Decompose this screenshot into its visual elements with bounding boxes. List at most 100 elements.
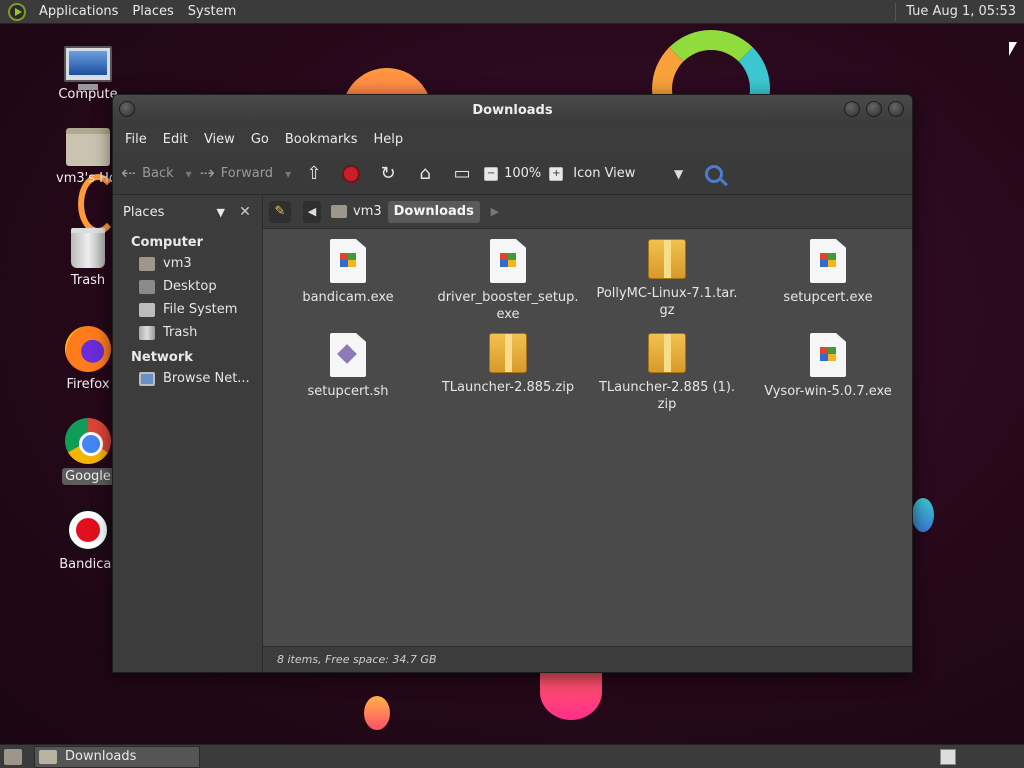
sidebar-type-select[interactable]: Places ▼ xyxy=(119,201,229,223)
workspace-switcher[interactable] xyxy=(940,748,956,765)
forward-arrow-icon: ⇢ xyxy=(199,163,215,184)
executable-file-icon xyxy=(810,239,846,283)
firefox-icon xyxy=(65,326,111,372)
zoom-out-button[interactable]: − xyxy=(484,166,499,181)
sidebar-item-trash[interactable]: Trash xyxy=(113,321,262,344)
bandicam-icon xyxy=(66,508,110,552)
back-button[interactable]: ⇠ Back xyxy=(121,159,192,189)
executable-file-icon xyxy=(490,239,526,283)
reload-icon: ↻ xyxy=(380,163,396,184)
menu-edit[interactable]: Edit xyxy=(155,132,196,147)
back-arrow-icon: ⇠ xyxy=(121,163,137,184)
sidebar-item-label: vm3 xyxy=(163,256,192,271)
file-item[interactable]: setupcert.exe xyxy=(753,239,903,306)
window-title: Downloads xyxy=(472,102,553,118)
sidebar-heading-computer: Computer xyxy=(131,235,204,250)
file-item[interactable]: setupcert.sh xyxy=(273,333,423,400)
home-button[interactable]: ⌂ xyxy=(410,159,440,189)
desktop-icon xyxy=(139,279,155,294)
file-name: setupcert.sh xyxy=(307,384,389,399)
breadcrumb-vm3[interactable]: vm3 xyxy=(325,201,388,223)
wallpaper-shape xyxy=(364,696,390,730)
path-bar: ✎ ◀ vm3 Downloads ▶ xyxy=(263,195,912,229)
breadcrumb-downloads[interactable]: Downloads xyxy=(387,200,480,223)
file-name: Vysor-win-5.0.7.exe xyxy=(764,384,892,399)
file-item[interactable]: PollyMC-Linux-7.1.tar. gz xyxy=(592,239,742,319)
desktop-icon-label: Google xyxy=(62,468,114,485)
home-icon xyxy=(139,256,155,271)
file-grid: bandicam.exe driver_booster_setup. exe P… xyxy=(263,229,912,646)
stop-icon xyxy=(342,164,361,183)
content-pane: ✎ ◀ vm3 Downloads ▶ bandicam.exe driver_… xyxy=(263,195,912,672)
view-mode-value: Icon View xyxy=(573,166,636,181)
file-name: PollyMC-Linux-7.1.tar. gz xyxy=(596,286,738,318)
path-scroll-right-button[interactable]: ▶ xyxy=(486,201,504,223)
computer-button[interactable]: ▭ xyxy=(447,159,477,189)
maximize-button[interactable] xyxy=(866,101,882,117)
file-name: TLauncher-2.885.zip xyxy=(441,380,575,395)
window-menu-button[interactable] xyxy=(119,101,135,117)
trash-icon xyxy=(71,228,105,268)
status-bar: 8 items, Free space: 34.7 GB xyxy=(263,646,912,672)
toolbar: ⇠ Back ⇢ Forward ⇧ ↻ ⌂ ▭ − 100% + Icon V… xyxy=(113,153,912,195)
window-titlebar[interactable]: Downloads xyxy=(113,95,912,125)
file-item[interactable]: bandicam.exe xyxy=(273,239,423,306)
home-folder-icon xyxy=(66,128,110,166)
edit-location-button[interactable]: ✎ xyxy=(269,200,291,223)
path-scroll-left-button[interactable]: ◀ xyxy=(303,200,321,223)
sidebar-type-value: Places xyxy=(123,204,165,220)
reload-button[interactable]: ↻ xyxy=(373,159,403,189)
clock[interactable]: Tue Aug 1, 05:53 xyxy=(895,2,1024,21)
executable-file-icon xyxy=(810,333,846,377)
desktop-icon-label: Firefox xyxy=(66,377,110,392)
status-text: 8 items, Free space: 34.7 GB xyxy=(277,653,437,666)
chevron-down-icon: ▼ xyxy=(216,205,225,219)
archive-file-icon xyxy=(648,333,686,373)
view-mode-select[interactable]: Icon View ▼ xyxy=(573,166,683,181)
sidebar-item-file-system[interactable]: File System xyxy=(113,298,262,321)
applications-menu[interactable]: Applications xyxy=(32,4,125,19)
file-item[interactable]: Vysor-win-5.0.7.exe xyxy=(753,333,903,400)
menu-view[interactable]: View xyxy=(196,132,243,147)
forward-label: Forward xyxy=(220,166,274,181)
sidebar-item-desktop[interactable]: Desktop xyxy=(113,275,262,298)
sidebar-item-vm3[interactable]: vm3 xyxy=(113,252,262,275)
file-item[interactable]: TLauncher-2.885 (1). zip xyxy=(592,333,742,413)
file-manager-window: Downloads File Edit View Go Bookmarks He… xyxy=(112,94,913,673)
menu-file[interactable]: File xyxy=(117,132,155,147)
applications-menu-icon[interactable] xyxy=(8,2,26,21)
sidebar-header: Places ▼ ✕ xyxy=(113,195,262,229)
search-icon[interactable] xyxy=(705,164,724,183)
breadcrumb-label: vm3 xyxy=(353,204,382,219)
stop-button[interactable] xyxy=(336,159,366,189)
menu-go[interactable]: Go xyxy=(243,132,277,147)
trash-icon xyxy=(139,325,155,340)
file-item[interactable]: driver_booster_setup. exe xyxy=(433,239,583,323)
taskbar-item-downloads[interactable]: Downloads xyxy=(34,745,200,768)
close-button[interactable] xyxy=(888,101,904,117)
zoom-in-button[interactable]: + xyxy=(549,166,564,181)
computer-icon: ▭ xyxy=(453,163,471,184)
places-menu[interactable]: Places xyxy=(125,4,180,19)
top-panel: Applications Places System Tue Aug 1, 05… xyxy=(0,0,1024,24)
file-name: setupcert.exe xyxy=(783,290,873,305)
taskbar-item-label: Downloads xyxy=(65,749,137,764)
chevron-down-icon: ▼ xyxy=(674,166,684,181)
sidebar-item-browse-network[interactable]: Browse Net... xyxy=(113,367,262,390)
sidebar-item-label: File System xyxy=(163,302,238,317)
close-sidebar-button[interactable]: ✕ xyxy=(235,202,255,222)
minimize-button[interactable] xyxy=(844,101,860,117)
file-item[interactable]: TLauncher-2.885.zip xyxy=(433,333,583,396)
file-name: TLauncher-2.885 (1). zip xyxy=(598,380,736,412)
zoom-level: 100% xyxy=(504,166,542,181)
system-menu[interactable]: System xyxy=(181,4,243,19)
up-button[interactable]: ⇧ xyxy=(299,159,329,189)
chrome-icon xyxy=(65,418,111,464)
menu-help[interactable]: Help xyxy=(365,132,411,147)
sidebar-heading-network: Network xyxy=(131,350,193,365)
forward-button[interactable]: ⇢ Forward xyxy=(200,159,291,189)
script-file-icon xyxy=(330,333,366,377)
folder-icon xyxy=(39,749,57,764)
menu-bookmarks[interactable]: Bookmarks xyxy=(277,132,366,147)
show-desktop-icon[interactable] xyxy=(4,748,22,765)
